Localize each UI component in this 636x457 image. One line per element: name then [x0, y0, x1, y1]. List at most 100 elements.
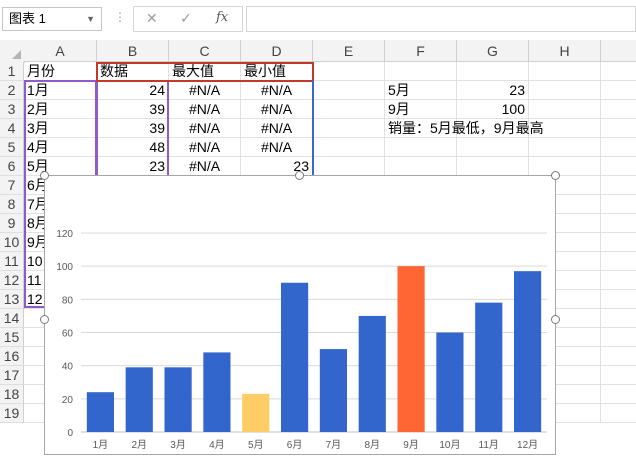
- column-header-g[interactable]: G: [457, 40, 529, 62]
- empty-cell[interactable]: [313, 119, 385, 138]
- formula-input[interactable]: [246, 6, 636, 32]
- column-header-b[interactable]: B: [97, 40, 169, 62]
- chart-bar[interactable]: [164, 367, 192, 432]
- row-header[interactable]: 2: [0, 81, 24, 100]
- row-header[interactable]: 5: [0, 138, 24, 157]
- cell-a6[interactable]: 5月: [24, 157, 97, 176]
- resize-handle-top[interactable]: [295, 171, 304, 180]
- row-header[interactable]: 4: [0, 119, 24, 138]
- empty-cell[interactable]: [601, 62, 636, 81]
- row-header[interactable]: 8: [0, 195, 24, 214]
- empty-cell[interactable]: [601, 252, 636, 271]
- row-header[interactable]: 7: [0, 176, 24, 195]
- column-header-a[interactable]: A: [24, 40, 97, 62]
- chart-bar[interactable]: [86, 392, 115, 432]
- row-header[interactable]: 9: [0, 214, 24, 233]
- chart-bar[interactable]: [319, 349, 348, 432]
- empty-cell[interactable]: [529, 62, 601, 81]
- empty-cell[interactable]: [457, 138, 529, 157]
- cell-b1[interactable]: 数据: [97, 62, 169, 81]
- chart-bar[interactable]: [242, 393, 270, 432]
- cell-d3[interactable]: #N/A: [241, 100, 313, 119]
- row-header[interactable]: 16: [0, 347, 24, 366]
- cell-a2[interactable]: 1月: [24, 81, 97, 100]
- empty-cell[interactable]: [601, 100, 636, 119]
- row-header[interactable]: 14: [0, 309, 24, 328]
- column-header-e[interactable]: E: [313, 40, 385, 62]
- cell-c5[interactable]: #N/A: [169, 138, 241, 157]
- empty-cell[interactable]: [601, 138, 636, 157]
- cell-a1[interactable]: 月份: [24, 62, 97, 81]
- chart-bar[interactable]: [358, 315, 386, 432]
- enter-icon[interactable]: ✓: [180, 10, 192, 27]
- empty-cell[interactable]: [601, 366, 636, 385]
- cell-d2[interactable]: #N/A: [241, 81, 313, 100]
- row-header[interactable]: 18: [0, 385, 24, 404]
- chart-object[interactable]: 0 20 40 60 80 100 120 1月 2月 3月 4月 5月 6月 7月 8月 9月 10月 11月…: [44, 175, 556, 455]
- chart-bar[interactable]: [397, 266, 425, 432]
- cell-b5[interactable]: 48: [97, 138, 169, 157]
- chart-bar[interactable]: [280, 282, 309, 432]
- cell-d5[interactable]: #N/A: [241, 138, 313, 157]
- empty-cell[interactable]: [601, 309, 636, 328]
- column-header-d[interactable]: D: [241, 40, 313, 62]
- empty-cell[interactable]: [601, 404, 636, 423]
- chart-bar[interactable]: [475, 302, 503, 432]
- chart-bar[interactable]: [513, 271, 542, 432]
- row-header[interactable]: 11: [0, 252, 24, 271]
- empty-cell[interactable]: [313, 81, 385, 100]
- cell-d4[interactable]: #N/A: [241, 119, 313, 138]
- row-header[interactable]: 10: [0, 233, 24, 252]
- row-header[interactable]: 6: [0, 157, 24, 176]
- cell-c1[interactable]: 最大值: [169, 62, 241, 81]
- empty-cell[interactable]: [313, 62, 385, 81]
- cell-a4[interactable]: 3月: [24, 119, 97, 138]
- empty-cell[interactable]: [385, 62, 457, 81]
- empty-cell[interactable]: [601, 328, 636, 347]
- empty-cell[interactable]: [601, 176, 636, 195]
- row-header[interactable]: 12: [0, 271, 24, 290]
- empty-cell[interactable]: [529, 100, 601, 119]
- cell-f2[interactable]: 5月: [385, 81, 457, 100]
- row-header[interactable]: 13: [0, 290, 24, 309]
- select-all-corner[interactable]: [0, 40, 25, 63]
- empty-cell[interactable]: [601, 214, 636, 233]
- resize-handle-top-right[interactable]: [551, 171, 560, 180]
- empty-cell[interactable]: [313, 138, 385, 157]
- cell-c4[interactable]: #N/A: [169, 119, 241, 138]
- cell-a5[interactable]: 4月: [24, 138, 97, 157]
- cell-b4[interactable]: 39: [97, 119, 169, 138]
- cell-b6[interactable]: 23: [97, 157, 169, 176]
- cell-a3[interactable]: 2月: [24, 100, 97, 119]
- empty-cell[interactable]: [601, 119, 636, 138]
- empty-cell[interactable]: [601, 271, 636, 290]
- cell-d1[interactable]: 最小值: [241, 62, 313, 81]
- cell-f3[interactable]: 9月: [385, 100, 457, 119]
- empty-cell[interactable]: [529, 157, 601, 176]
- empty-cell[interactable]: [313, 157, 385, 176]
- empty-cell[interactable]: [601, 195, 636, 214]
- empty-cell[interactable]: [601, 157, 636, 176]
- name-box[interactable]: 图表 1 ▼: [2, 7, 102, 31]
- chart-bar[interactable]: [203, 352, 231, 432]
- chevron-down-icon[interactable]: ▼: [86, 8, 95, 30]
- resize-handle-top-left[interactable]: [40, 171, 49, 180]
- cell-f4[interactable]: 销量：5月最低，9月最高: [385, 119, 544, 138]
- column-header-f[interactable]: F: [385, 40, 457, 62]
- empty-cell[interactable]: [601, 385, 636, 404]
- row-header[interactable]: 15: [0, 328, 24, 347]
- cell-g3[interactable]: 100: [457, 100, 529, 119]
- cell-c6[interactable]: #N/A: [169, 157, 241, 176]
- empty-cell[interactable]: [529, 138, 601, 157]
- cell-g2[interactable]: 23: [457, 81, 529, 100]
- resize-handle-right[interactable]: [551, 315, 560, 324]
- empty-cell[interactable]: [457, 62, 529, 81]
- cancel-icon[interactable]: ✕: [146, 10, 158, 27]
- chart-bar[interactable]: [125, 367, 153, 432]
- row-header[interactable]: 1: [0, 62, 24, 81]
- cell-c2[interactable]: #N/A: [169, 81, 241, 100]
- column-header-h[interactable]: H: [529, 40, 601, 62]
- empty-cell[interactable]: [385, 157, 457, 176]
- column-header-c[interactable]: C: [169, 40, 241, 62]
- empty-cell[interactable]: [313, 100, 385, 119]
